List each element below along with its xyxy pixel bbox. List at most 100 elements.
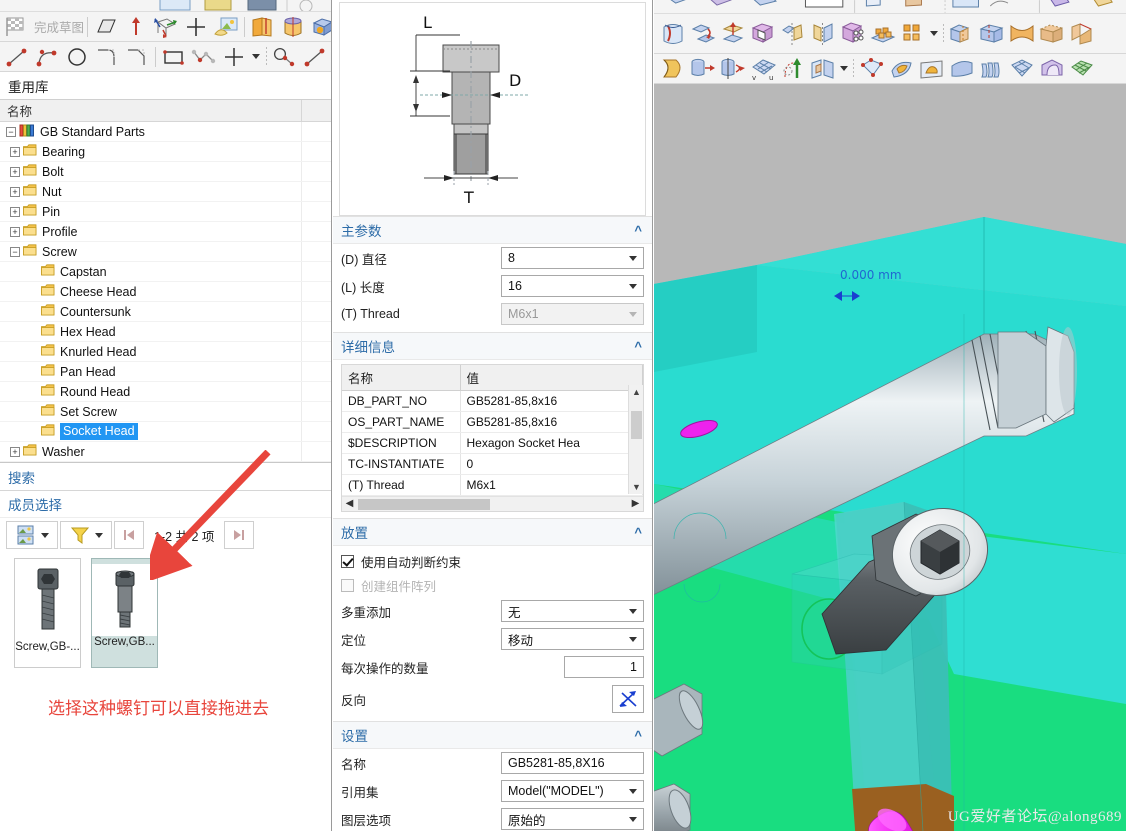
tree-row[interactable]: + Nut xyxy=(0,182,331,202)
details-table-body[interactable]: DB_PART_NO GB5281-85,8x16 OS_PART_NAME GB52… xyxy=(342,390,643,496)
move-component-icon[interactable] xyxy=(688,21,718,47)
four-point-surface-icon[interactable] xyxy=(857,56,887,82)
member-card[interactable]: Screw,GB... xyxy=(91,558,158,668)
placement-section-header[interactable]: 放置 ^ xyxy=(333,518,652,546)
finish-sketch-flag-icon[interactable] xyxy=(2,14,32,40)
tree-row[interactable]: Cheese Head xyxy=(0,282,331,302)
bounded-plane-icon[interactable] xyxy=(917,56,947,82)
arc-tool-icon[interactable] xyxy=(32,44,62,70)
tree-expander[interactable]: + xyxy=(10,226,20,237)
last-page-icon[interactable] xyxy=(224,521,255,549)
derived-line-tool-icon[interactable] xyxy=(300,44,330,70)
setting-combo[interactable]: Model("MODEL") xyxy=(501,780,644,802)
through-curves-icon[interactable] xyxy=(977,56,1007,82)
pattern-component-icon[interactable] xyxy=(838,21,868,47)
wave-geometry-icon[interactable] xyxy=(947,21,977,47)
member-card[interactable]: Screw,GB-... xyxy=(14,558,81,668)
sketch-orientation-arrow-icon[interactable] xyxy=(121,14,151,40)
multi-component-icon[interactable] xyxy=(898,21,928,47)
3d-model-render[interactable]: x xyxy=(654,84,1126,831)
details-section-header[interactable]: 详细信息 ^ xyxy=(333,332,652,360)
tree-row[interactable]: Set Screw xyxy=(0,402,331,422)
mirror-feature-icon[interactable] xyxy=(808,56,838,82)
n-sided-surface-icon[interactable] xyxy=(1037,56,1067,82)
sketch-point-plus-icon[interactable] xyxy=(181,14,211,40)
chevron-down-icon[interactable] xyxy=(249,44,263,70)
extrude-face-icon[interactable] xyxy=(688,56,718,82)
studio-surface-icon[interactable] xyxy=(887,56,917,82)
tree-expander[interactable]: + xyxy=(10,446,20,457)
tree-row[interactable]: Socket Head xyxy=(0,422,331,442)
chevron-down-icon[interactable] xyxy=(629,312,637,317)
chevron-up-icon[interactable]: ^ xyxy=(634,223,642,238)
tree-row[interactable]: Round Head xyxy=(0,382,331,402)
placement-number-input[interactable]: 1 xyxy=(564,656,644,678)
mirror-plane-icon[interactable] xyxy=(808,21,838,47)
chevron-down-icon[interactable] xyxy=(629,256,637,261)
details-row[interactable]: $DESCRIPTION Hexagon Socket Hea xyxy=(342,432,643,454)
sketch-csys-icon[interactable] xyxy=(151,14,181,40)
scroll-right-icon[interactable]: ▶ xyxy=(628,497,643,512)
details-row[interactable]: (T) Thread M6x1 xyxy=(342,474,643,496)
shell-body-icon[interactable] xyxy=(1037,21,1067,47)
sheet-offset-icon[interactable] xyxy=(658,56,688,82)
reverse-direction-icon[interactable] xyxy=(612,685,644,713)
chevron-down-icon[interactable] xyxy=(838,56,850,82)
first-page-icon[interactable] xyxy=(114,521,144,549)
tree-expander[interactable]: − xyxy=(10,246,20,257)
details-row[interactable]: OS_PART_NAME GB5281-85,8x16 xyxy=(342,411,643,433)
sketch-image-icon[interactable] xyxy=(211,14,241,40)
tree-expander[interactable]: + xyxy=(10,206,20,217)
polyline-tool-icon[interactable] xyxy=(189,44,219,70)
show-product-outline-icon[interactable] xyxy=(748,21,778,47)
tree-row-root[interactable]: − GB Standard Parts xyxy=(0,122,331,142)
mirror-assembly-icon[interactable] xyxy=(778,21,808,47)
main-params-section-header[interactable]: 主参数 ^ xyxy=(333,216,652,244)
chevron-down-icon[interactable] xyxy=(928,21,940,47)
tree-row[interactable]: Countersunk xyxy=(0,302,331,322)
thumbnail-view-icon[interactable] xyxy=(6,521,58,549)
scroll-left-icon[interactable]: ◀ xyxy=(342,497,357,512)
split-body-icon[interactable] xyxy=(977,21,1007,47)
bend-sheet-icon[interactable] xyxy=(1007,21,1037,47)
through-curve-mesh-icon[interactable]: vu xyxy=(748,56,778,82)
scroll-thumb[interactable] xyxy=(631,411,642,439)
offset-curve-tool-icon[interactable] xyxy=(270,44,300,70)
sketch-plane-icon[interactable] xyxy=(91,14,121,40)
main-param-combo[interactable]: 16 xyxy=(501,275,644,297)
tree-row[interactable]: + Profile xyxy=(0,222,331,242)
point-tool-icon[interactable] xyxy=(219,44,249,70)
chevron-down-icon[interactable] xyxy=(629,817,637,822)
mesh-surface-icon[interactable] xyxy=(1067,56,1097,82)
setting-text-input[interactable]: GB5281-85,8X16 xyxy=(501,752,644,774)
fillet-tool-icon[interactable] xyxy=(92,44,122,70)
trim-body-icon[interactable] xyxy=(1067,21,1097,47)
through-curve-mesh2-icon[interactable] xyxy=(1007,56,1037,82)
member-thumbnail-grid[interactable]: Screw,GB-... Screw,GB... xyxy=(0,552,331,668)
auto-constraint-row[interactable]: 使用自动判断约束 xyxy=(333,549,652,573)
chevron-down-icon[interactable] xyxy=(629,284,637,289)
revolve-tool-icon[interactable] xyxy=(278,14,308,40)
revolve-face-icon[interactable] xyxy=(718,56,748,82)
chevron-down-icon[interactable] xyxy=(41,532,49,538)
tree-expander[interactable]: + xyxy=(10,186,20,197)
reuse-library-tree[interactable]: − GB Standard Parts + Bearing + Bolt + Nut + Pin +… xyxy=(0,122,331,462)
book-tool-icon[interactable] xyxy=(248,14,278,40)
line-tool-icon[interactable] xyxy=(2,44,32,70)
scroll-up-icon[interactable]: ▲ xyxy=(629,385,644,399)
details-horizontal-scrollbar[interactable]: ◀ ▶ xyxy=(342,496,643,511)
tree-row[interactable]: Pan Head xyxy=(0,362,331,382)
assembly-constraint-icon[interactable] xyxy=(658,21,688,47)
placement-combo[interactable]: 无 xyxy=(501,600,644,622)
tree-row[interactable]: + Bolt xyxy=(0,162,331,182)
chevron-down-icon[interactable] xyxy=(629,789,637,794)
tree-expander[interactable]: + xyxy=(10,166,20,177)
setting-combo[interactable]: 原始的 xyxy=(501,808,644,830)
ruled-surface-icon[interactable] xyxy=(947,56,977,82)
tree-expander[interactable]: + xyxy=(10,146,20,157)
tree-row[interactable]: + Bearing xyxy=(0,142,331,162)
tree-row[interactable]: + Pin xyxy=(0,202,331,222)
tree-expander[interactable]: − xyxy=(6,126,16,137)
placement-combo[interactable]: 移动 xyxy=(501,628,644,650)
main-param-combo[interactable]: 8 xyxy=(501,247,644,269)
